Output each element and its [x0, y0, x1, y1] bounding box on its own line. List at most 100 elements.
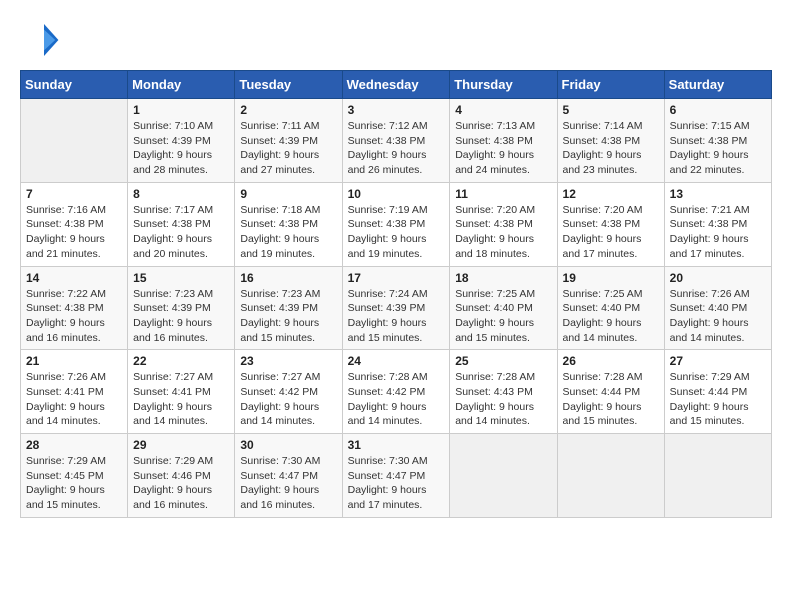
- day-number: 31: [348, 438, 445, 452]
- day-number: 17: [348, 271, 445, 285]
- day-number: 9: [240, 187, 336, 201]
- day-info: Sunrise: 7:23 AM Sunset: 4:39 PM Dayligh…: [240, 287, 336, 346]
- calendar-cell: 25Sunrise: 7:28 AM Sunset: 4:43 PM Dayli…: [450, 350, 557, 434]
- day-number: 7: [26, 187, 122, 201]
- day-info: Sunrise: 7:16 AM Sunset: 4:38 PM Dayligh…: [26, 203, 122, 262]
- day-info: Sunrise: 7:27 AM Sunset: 4:42 PM Dayligh…: [240, 370, 336, 429]
- day-info: Sunrise: 7:14 AM Sunset: 4:38 PM Dayligh…: [563, 119, 659, 178]
- day-number: 23: [240, 354, 336, 368]
- calendar-cell: 10 Sunrise: 7:19 AM Sunset: 4:38 PM Dayli…: [342, 182, 450, 266]
- day-number: 2: [240, 103, 336, 117]
- day-number: 3: [348, 103, 445, 117]
- day-info: Sunrise: 7:11 AM Sunset: 4:39 PM Dayligh…: [240, 119, 336, 178]
- calendar-cell: 17 Sunrise: 7:24 AM Sunset: 4:39 PM Dayli…: [342, 266, 450, 350]
- calendar-week-row: 28Sunrise: 7:29 AM Sunset: 4:45 PM Dayli…: [21, 434, 772, 518]
- day-info: Sunrise: 7:15 AM Sunset: 4:38 PM Dayligh…: [670, 119, 766, 178]
- day-info: Sunrise: 7:27 AM Sunset: 4:41 PM Dayligh…: [133, 370, 229, 429]
- calendar-cell: [21, 99, 128, 183]
- calendar-table: SundayMondayTuesdayWednesdayThursdayFrid…: [20, 70, 772, 518]
- day-info: Sunrise: 7:28 AM Sunset: 4:43 PM Dayligh…: [455, 370, 551, 429]
- calendar-cell: 29 Sunrise: 7:29 AM Sunset: 4:46 PM Dayli…: [128, 434, 235, 518]
- day-info: Sunrise: 7:30 AM Sunset: 4:47 PM Dayligh…: [240, 454, 336, 513]
- calendar-cell: [450, 434, 557, 518]
- calendar-cell: 28Sunrise: 7:29 AM Sunset: 4:45 PM Dayli…: [21, 434, 128, 518]
- calendar-cell: 18 Sunrise: 7:25 AM Sunset: 4:40 PM Dayli…: [450, 266, 557, 350]
- day-info: Sunrise: 7:20 AM Sunset: 4:38 PM Dayligh…: [563, 203, 659, 262]
- calendar-week-row: 21 Sunrise: 7:26 AM Sunset: 4:41 PM Dayli…: [21, 350, 772, 434]
- calendar-cell: 7 Sunrise: 7:16 AM Sunset: 4:38 PM Daylig…: [21, 182, 128, 266]
- calendar-cell: 12 Sunrise: 7:20 AM Sunset: 4:38 PM Dayli…: [557, 182, 664, 266]
- day-info: Sunrise: 7:19 AM Sunset: 4:38 PM Dayligh…: [348, 203, 445, 262]
- day-info: Sunrise: 7:29 AM Sunset: 4:44 PM Dayligh…: [670, 370, 766, 429]
- day-number: 22: [133, 354, 229, 368]
- day-number: 16: [240, 271, 336, 285]
- calendar-cell: 3 Sunrise: 7:12 AM Sunset: 4:38 PM Daylig…: [342, 99, 450, 183]
- day-info: Sunrise: 7:26 AM Sunset: 4:40 PM Dayligh…: [670, 287, 766, 346]
- day-info: Sunrise: 7:21 AM Sunset: 4:38 PM Dayligh…: [670, 203, 766, 262]
- day-number: 4: [455, 103, 551, 117]
- calendar-week-row: 1Sunrise: 7:10 AM Sunset: 4:39 PM Daylig…: [21, 99, 772, 183]
- day-number: 14: [26, 271, 122, 285]
- day-number: 18: [455, 271, 551, 285]
- day-of-week-header: Monday: [128, 71, 235, 99]
- calendar-cell: 22 Sunrise: 7:27 AM Sunset: 4:41 PM Dayli…: [128, 350, 235, 434]
- calendar-cell: 27 Sunrise: 7:29 AM Sunset: 4:44 PM Dayli…: [664, 350, 771, 434]
- day-number: 27: [670, 354, 766, 368]
- day-number: 11: [455, 187, 551, 201]
- day-number: 1: [133, 103, 229, 117]
- page-header: [20, 20, 772, 60]
- calendar-cell: 9 Sunrise: 7:18 AM Sunset: 4:38 PM Daylig…: [235, 182, 342, 266]
- calendar-cell: 23 Sunrise: 7:27 AM Sunset: 4:42 PM Dayli…: [235, 350, 342, 434]
- calendar-cell: 1Sunrise: 7:10 AM Sunset: 4:39 PM Daylig…: [128, 99, 235, 183]
- day-info: Sunrise: 7:18 AM Sunset: 4:38 PM Dayligh…: [240, 203, 336, 262]
- day-number: 29: [133, 438, 229, 452]
- day-number: 5: [563, 103, 659, 117]
- day-info: Sunrise: 7:12 AM Sunset: 4:38 PM Dayligh…: [348, 119, 445, 178]
- day-of-week-header: Tuesday: [235, 71, 342, 99]
- calendar-cell: [664, 434, 771, 518]
- day-info: Sunrise: 7:26 AM Sunset: 4:41 PM Dayligh…: [26, 370, 122, 429]
- day-number: 8: [133, 187, 229, 201]
- calendar-week-row: 7 Sunrise: 7:16 AM Sunset: 4:38 PM Daylig…: [21, 182, 772, 266]
- day-number: 10: [348, 187, 445, 201]
- calendar-cell: 26Sunrise: 7:28 AM Sunset: 4:44 PM Dayli…: [557, 350, 664, 434]
- day-number: 19: [563, 271, 659, 285]
- day-number: 12: [563, 187, 659, 201]
- day-number: 30: [240, 438, 336, 452]
- calendar-cell: 8Sunrise: 7:17 AM Sunset: 4:38 PM Daylig…: [128, 182, 235, 266]
- calendar-cell: 4 Sunrise: 7:13 AM Sunset: 4:38 PM Daylig…: [450, 99, 557, 183]
- calendar-cell: 6 Sunrise: 7:15 AM Sunset: 4:38 PM Daylig…: [664, 99, 771, 183]
- day-number: 24: [348, 354, 445, 368]
- day-number: 21: [26, 354, 122, 368]
- calendar-week-row: 14 Sunrise: 7:22 AM Sunset: 4:38 PM Dayli…: [21, 266, 772, 350]
- calendar-cell: 16 Sunrise: 7:23 AM Sunset: 4:39 PM Dayli…: [235, 266, 342, 350]
- calendar-cell: 15 Sunrise: 7:23 AM Sunset: 4:39 PM Dayli…: [128, 266, 235, 350]
- day-number: 15: [133, 271, 229, 285]
- calendar-cell: 11 Sunrise: 7:20 AM Sunset: 4:38 PM Dayli…: [450, 182, 557, 266]
- day-of-week-header: Wednesday: [342, 71, 450, 99]
- calendar-cell: 5 Sunrise: 7:14 AM Sunset: 4:38 PM Daylig…: [557, 99, 664, 183]
- day-info: Sunrise: 7:20 AM Sunset: 4:38 PM Dayligh…: [455, 203, 551, 262]
- calendar-cell: [557, 434, 664, 518]
- day-of-week-header: Friday: [557, 71, 664, 99]
- day-info: Sunrise: 7:24 AM Sunset: 4:39 PM Dayligh…: [348, 287, 445, 346]
- day-number: 13: [670, 187, 766, 201]
- day-info: Sunrise: 7:22 AM Sunset: 4:38 PM Dayligh…: [26, 287, 122, 346]
- calendar-cell: 21 Sunrise: 7:26 AM Sunset: 4:41 PM Dayli…: [21, 350, 128, 434]
- day-of-week-header: Thursday: [450, 71, 557, 99]
- calendar-cell: 24 Sunrise: 7:28 AM Sunset: 4:42 PM Dayli…: [342, 350, 450, 434]
- day-number: 6: [670, 103, 766, 117]
- day-info: Sunrise: 7:23 AM Sunset: 4:39 PM Dayligh…: [133, 287, 229, 346]
- calendar-cell: 14 Sunrise: 7:22 AM Sunset: 4:38 PM Dayli…: [21, 266, 128, 350]
- day-number: 20: [670, 271, 766, 285]
- day-info: Sunrise: 7:13 AM Sunset: 4:38 PM Dayligh…: [455, 119, 551, 178]
- day-info: Sunrise: 7:29 AM Sunset: 4:46 PM Dayligh…: [133, 454, 229, 513]
- day-of-week-header: Saturday: [664, 71, 771, 99]
- calendar-cell: 13 Sunrise: 7:21 AM Sunset: 4:38 PM Dayli…: [664, 182, 771, 266]
- day-number: 28: [26, 438, 122, 452]
- day-info: Sunrise: 7:28 AM Sunset: 4:42 PM Dayligh…: [348, 370, 445, 429]
- day-info: Sunrise: 7:25 AM Sunset: 4:40 PM Dayligh…: [563, 287, 659, 346]
- day-of-week-header: Sunday: [21, 71, 128, 99]
- day-info: Sunrise: 7:25 AM Sunset: 4:40 PM Dayligh…: [455, 287, 551, 346]
- logo: [20, 20, 66, 60]
